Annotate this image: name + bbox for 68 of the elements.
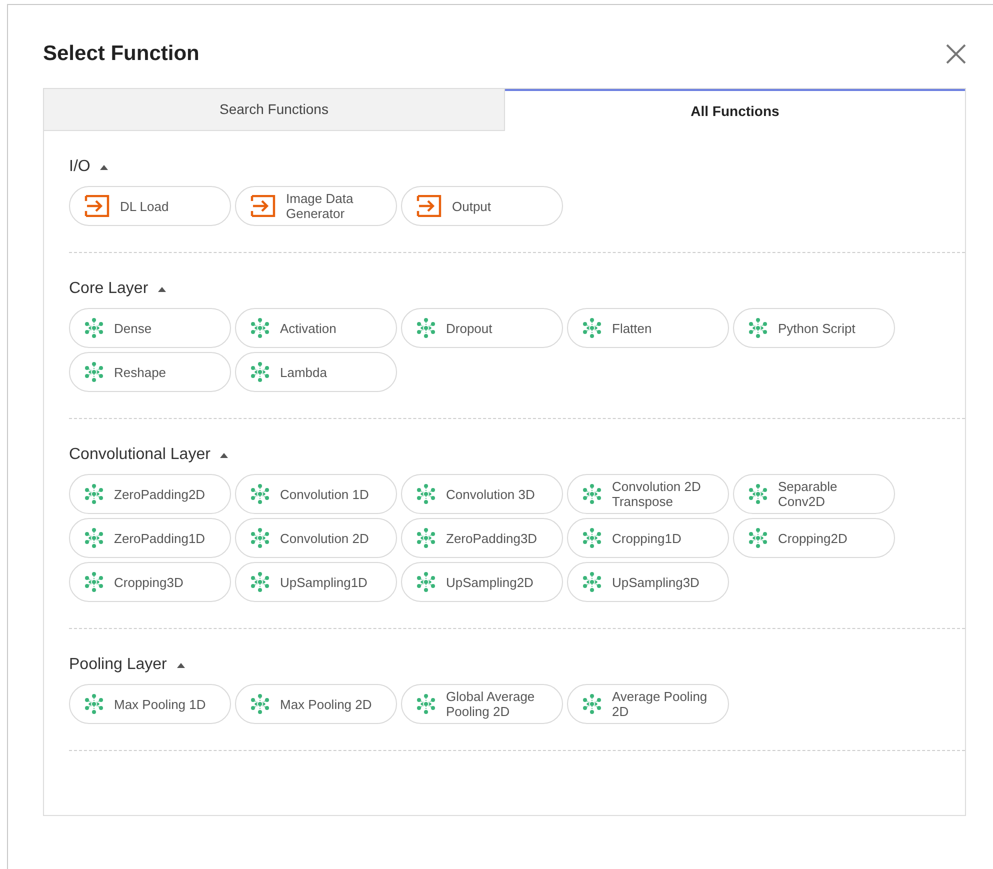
function-chip[interactable]: Python Script — [733, 308, 895, 348]
network-nodes-icon — [582, 484, 602, 504]
function-chip[interactable]: Max Pooling 1D — [69, 684, 231, 724]
section-title: Core Layer — [69, 279, 148, 299]
function-chip[interactable]: Activation — [235, 308, 397, 348]
function-chip[interactable]: Image Data Generator — [235, 186, 397, 226]
network-nodes-icon — [416, 484, 436, 504]
function-chip[interactable]: Cropping1D — [567, 518, 729, 558]
network-nodes-icon — [84, 318, 104, 338]
network-nodes-icon — [416, 318, 436, 338]
function-chip[interactable]: Reshape — [69, 352, 231, 392]
network-nodes-icon — [416, 694, 436, 714]
caret-icon — [176, 662, 185, 668]
function-chip[interactable]: UpSampling3D — [567, 562, 729, 602]
network-nodes-icon — [748, 528, 768, 548]
network-nodes-icon — [84, 484, 104, 504]
network-nodes-icon — [250, 484, 270, 504]
network-nodes-icon — [582, 528, 602, 548]
function-chip[interactable]: Average Pooling 2D — [567, 684, 729, 724]
network-nodes-icon — [84, 694, 104, 714]
network-nodes-icon — [582, 694, 602, 714]
function-chip[interactable]: Cropping3D — [69, 562, 231, 602]
dialog-title: Select Function — [43, 40, 200, 67]
tab[interactable]: Search Functions — [44, 89, 505, 131]
section-title: I/O — [69, 157, 90, 177]
network-nodes-icon — [250, 528, 270, 548]
network-nodes-icon — [84, 528, 104, 548]
function-chip[interactable]: Global Average Pooling 2D — [401, 684, 563, 724]
section-title: Convolutional Layer — [69, 445, 210, 465]
function-chip[interactable]: Separable Conv2D — [733, 474, 895, 514]
network-nodes-icon — [416, 528, 436, 548]
network-nodes-icon — [84, 572, 104, 592]
function-chip[interactable]: UpSampling2D — [401, 562, 563, 602]
function-chip[interactable]: Dropout — [401, 308, 563, 348]
network-nodes-icon — [250, 572, 270, 592]
network-nodes-icon — [748, 318, 768, 338]
network-nodes-icon — [250, 362, 270, 382]
function-chip[interactable]: ZeroPadding2D — [69, 474, 231, 514]
network-nodes-icon — [416, 572, 436, 592]
caret-icon — [220, 452, 228, 458]
caret-icon — [100, 164, 108, 170]
network-nodes-icon — [84, 362, 104, 382]
function-chip[interactable]: Dense — [69, 308, 231, 348]
close-button[interactable] — [945, 42, 967, 64]
function-chip[interactable]: Max Pooling 2D — [235, 684, 397, 724]
section-title: Pooling Layer — [69, 655, 167, 675]
network-nodes-icon — [250, 694, 270, 714]
network-nodes-icon — [582, 318, 602, 338]
function-chip[interactable]: Output — [401, 186, 563, 226]
function-chip[interactable]: Flatten — [567, 308, 729, 348]
network-nodes-icon — [582, 572, 602, 592]
function-chip[interactable]: ZeroPadding1D — [69, 518, 231, 558]
function-chip[interactable]: UpSampling1D — [235, 562, 397, 602]
arrow-into-bracket-icon — [416, 195, 442, 217]
arrow-into-bracket-icon — [84, 195, 110, 217]
function-chip[interactable]: Convolution 3D — [401, 474, 563, 514]
function-chip[interactable]: DL Load — [69, 186, 231, 226]
close-icon — [946, 44, 966, 64]
function-chip[interactable]: Cropping2D — [733, 518, 895, 558]
arrow-into-bracket-icon — [250, 195, 276, 217]
caret-icon — [158, 286, 166, 292]
function-chip[interactable]: Convolution 1D — [235, 474, 397, 514]
function-chip[interactable]: Convolution 2D — [235, 518, 397, 558]
function-chip[interactable]: Lambda — [235, 352, 397, 392]
function-chip[interactable]: Convolution 2D Transpose — [567, 474, 729, 514]
network-nodes-icon — [748, 484, 768, 504]
network-nodes-icon — [250, 318, 270, 338]
function-chip[interactable]: ZeroPadding3D — [401, 518, 563, 558]
